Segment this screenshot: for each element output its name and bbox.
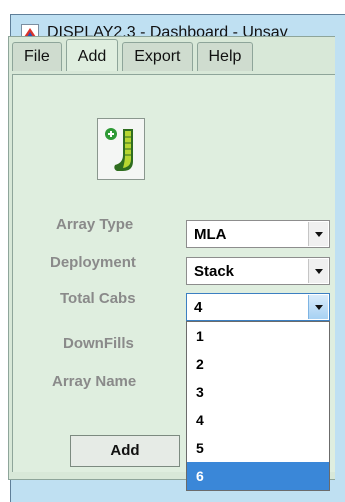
tab-bar: File Add Export Help	[12, 39, 257, 74]
add-button[interactable]: Add	[70, 435, 180, 467]
dropdown-option[interactable]: 3	[187, 378, 329, 406]
deployment-select[interactable]: Stack	[186, 257, 330, 285]
array-type-select[interactable]: MLA	[186, 220, 330, 248]
array-type-value: MLA	[194, 226, 227, 243]
total-cabs-label: Total Cabs	[60, 290, 136, 307]
tab-add[interactable]: Add	[65, 39, 119, 71]
add-array-icon	[105, 128, 133, 171]
dropdown-option[interactable]: 2	[187, 350, 329, 378]
dropdown-option[interactable]: 5	[187, 434, 329, 462]
array-type-label: Array Type	[56, 216, 134, 233]
deployment-label: Deployment	[50, 254, 136, 271]
dropdown-option[interactable]: 4	[187, 406, 329, 434]
dropdown-option[interactable]: 1	[187, 322, 329, 350]
dropdown-option-highlighted[interactable]: 6	[187, 462, 329, 490]
add-array-button[interactable]	[97, 118, 145, 180]
tab-export[interactable]: Export	[122, 42, 193, 71]
chevron-down-icon[interactable]	[308, 295, 328, 319]
total-cabs-value: 4	[194, 299, 203, 316]
chevron-down-icon[interactable]	[308, 259, 328, 283]
total-cabs-dropdown-list: 1 2 3 4 5 6	[186, 321, 330, 491]
total-cabs-select[interactable]: 4	[186, 293, 330, 321]
downfills-label: DownFills	[63, 335, 134, 352]
chevron-down-icon[interactable]	[308, 222, 328, 246]
deployment-value: Stack	[194, 263, 235, 280]
tab-help[interactable]: Help	[196, 42, 254, 71]
tab-file[interactable]: File	[12, 42, 62, 71]
array-name-label: Array Name	[52, 373, 137, 390]
